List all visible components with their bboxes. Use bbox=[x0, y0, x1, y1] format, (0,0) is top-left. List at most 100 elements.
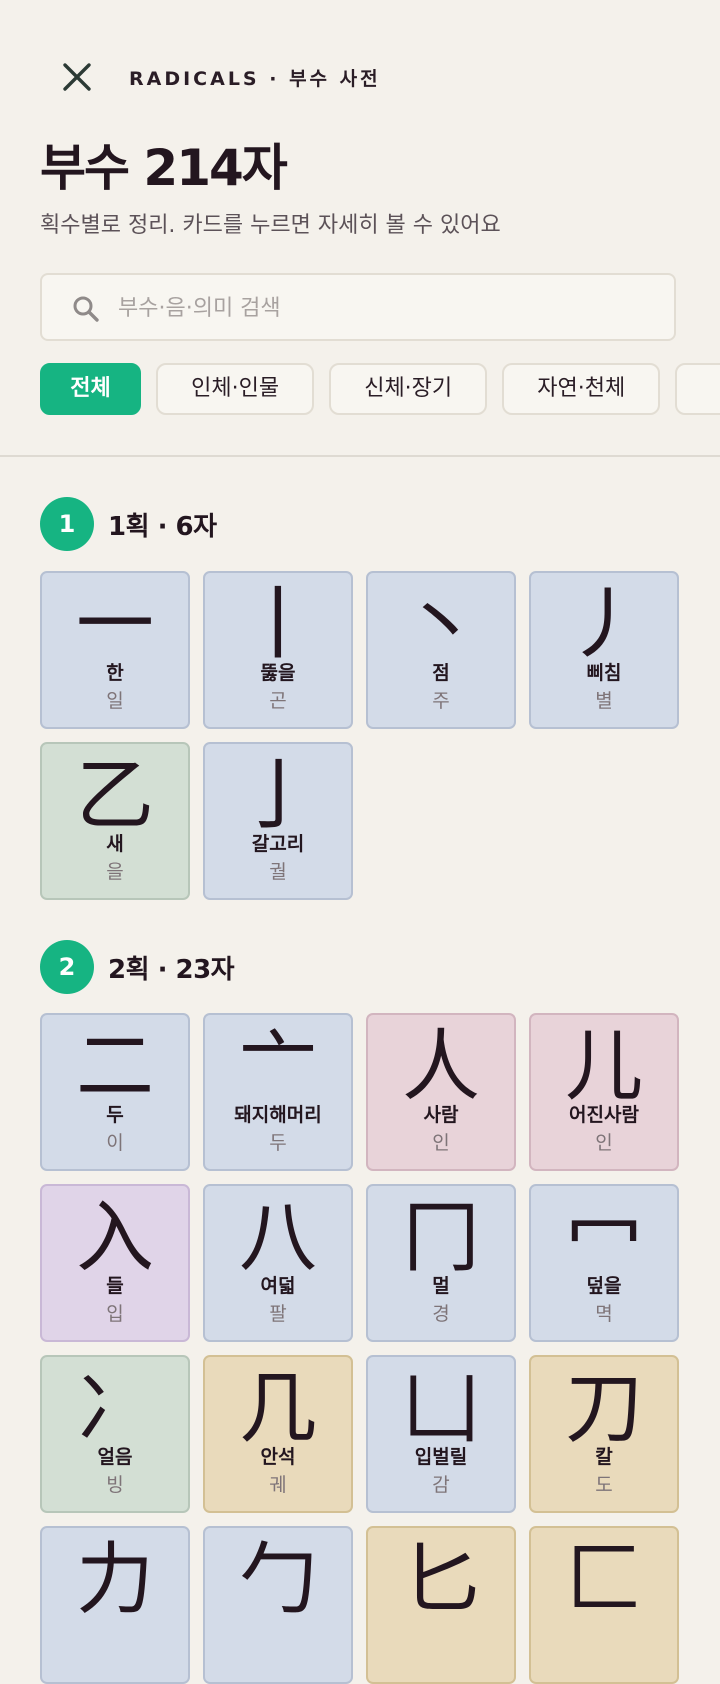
radical-glyph: 匚 bbox=[564, 1535, 643, 1625]
radical-meaning: 입벌릴 bbox=[414, 1446, 468, 1468]
radical-card[interactable]: 乙새을 bbox=[40, 742, 190, 900]
radical-reading: 두 bbox=[269, 1132, 287, 1154]
radical-glyph: 刀 bbox=[564, 1364, 643, 1454]
radical-card[interactable]: 入들입 bbox=[40, 1184, 190, 1342]
section-header-1-stroke: 1 1획 · 6자 bbox=[40, 497, 217, 551]
radical-reading: 감 bbox=[432, 1474, 450, 1496]
section-label: 2획 · 23자 bbox=[108, 954, 235, 985]
close-button[interactable] bbox=[52, 52, 102, 102]
radical-card[interactable]: 冂멀경 bbox=[366, 1184, 516, 1342]
radical-glyph: 几 bbox=[238, 1364, 317, 1454]
radical-glyph: 力 bbox=[75, 1535, 154, 1625]
radical-meaning: 들 bbox=[106, 1275, 124, 1297]
radical-card[interactable]: 几 안석궤 bbox=[203, 1355, 353, 1513]
radical-reading: 인 bbox=[432, 1132, 450, 1154]
radical-meaning: 덮을 bbox=[586, 1275, 622, 1297]
radical-meaning: 여덟 bbox=[260, 1275, 296, 1297]
radical-card[interactable]: 二두이 bbox=[40, 1013, 190, 1171]
radical-meaning: 삐침 bbox=[586, 662, 622, 684]
filter-chips: 전체 인체·인물 신체·장기 자연·천체 bbox=[40, 363, 720, 417]
radical-card[interactable]: 人 사람인 bbox=[366, 1013, 516, 1171]
stroke-count-badge: 1 bbox=[40, 497, 94, 551]
radical-meaning: 얼음 bbox=[97, 1446, 133, 1468]
radical-card[interactable]: 八 여덟팔 bbox=[203, 1184, 353, 1342]
radical-reading: 주 bbox=[432, 690, 450, 712]
radical-card[interactable]: 一한일 bbox=[40, 571, 190, 729]
radical-glyph: 凵 bbox=[401, 1364, 480, 1454]
radical-meaning: 칼 bbox=[595, 1446, 613, 1468]
radical-glyph: 冫 bbox=[75, 1364, 154, 1454]
radical-card[interactable]: 丿 삐침별 bbox=[529, 571, 679, 729]
radical-reading: 일 bbox=[106, 690, 124, 712]
app-brand: RADICALS · 부수 사전 bbox=[129, 68, 381, 90]
search-input[interactable] bbox=[116, 275, 660, 341]
radical-glyph: 二 bbox=[75, 1022, 154, 1112]
radical-glyph: 入 bbox=[75, 1193, 154, 1283]
radical-card[interactable]: 冖 덮을멱 bbox=[529, 1184, 679, 1342]
radical-glyph: 人 bbox=[401, 1022, 480, 1112]
radical-reading: 인 bbox=[595, 1132, 613, 1154]
radical-meaning: 안석 bbox=[260, 1446, 296, 1468]
radical-card[interactable]: 力 bbox=[40, 1526, 190, 1684]
radical-glyph: 冖 bbox=[564, 1193, 643, 1283]
radical-glyph: 亅 bbox=[238, 751, 317, 841]
radical-card[interactable]: 丶점주 bbox=[366, 571, 516, 729]
radical-glyph: 儿 bbox=[564, 1022, 643, 1112]
radical-reading: 멱 bbox=[595, 1303, 613, 1325]
radical-card[interactable]: 丨 뚫을곤 bbox=[203, 571, 353, 729]
radical-card[interactable]: 勹 bbox=[203, 1526, 353, 1684]
radical-glyph: 八 bbox=[238, 1193, 317, 1283]
radical-card[interactable]: 儿 어진사람인 bbox=[529, 1013, 679, 1171]
radical-glyph: 勹 bbox=[238, 1535, 317, 1625]
radical-card[interactable]: 匕 bbox=[366, 1526, 516, 1684]
radical-reading: 궐 bbox=[269, 861, 287, 883]
stroke-count-badge: 2 bbox=[40, 940, 94, 994]
filter-chip-more[interactable] bbox=[675, 363, 720, 415]
radical-reading: 빙 bbox=[106, 1474, 124, 1496]
close-icon bbox=[63, 63, 91, 91]
radical-meaning: 멀 bbox=[432, 1275, 450, 1297]
radical-card[interactable]: 凵 입벌릴감 bbox=[366, 1355, 516, 1513]
radical-reading: 팔 bbox=[269, 1303, 287, 1325]
radical-card[interactable]: 匚 bbox=[529, 1526, 679, 1684]
filter-chip-all[interactable]: 전체 bbox=[40, 363, 141, 415]
radical-reading: 이 bbox=[106, 1132, 124, 1154]
filter-chip-body[interactable]: 신체·장기 bbox=[329, 363, 488, 415]
radical-card[interactable]: 刀칼도 bbox=[529, 1355, 679, 1513]
radical-glyph: 丶 bbox=[401, 580, 480, 670]
radical-card[interactable]: 冫 얼음빙 bbox=[40, 1355, 190, 1513]
search-box[interactable] bbox=[40, 273, 676, 341]
header-divider bbox=[0, 455, 720, 457]
radical-glyph: 冂 bbox=[401, 1193, 480, 1283]
radical-glyph: 匕 bbox=[401, 1535, 480, 1625]
radical-reading: 곤 bbox=[269, 690, 287, 712]
radical-reading: 을 bbox=[106, 861, 124, 883]
radical-meaning: 한 bbox=[106, 662, 124, 684]
radical-meaning: 갈고리 bbox=[251, 833, 305, 855]
radical-reading: 궤 bbox=[269, 1474, 287, 1496]
filter-chip-nature[interactable]: 자연·천체 bbox=[502, 363, 661, 415]
radical-reading: 도 bbox=[595, 1474, 613, 1496]
radical-meaning: 두 bbox=[106, 1104, 124, 1126]
radical-glyph: 乙 bbox=[75, 751, 154, 841]
page-subtitle: 획수별로 정리. 카드를 누르면 자세히 볼 수 있어요 bbox=[40, 213, 501, 238]
section-header-2-stroke: 2 2획 · 23자 bbox=[40, 940, 235, 994]
page-title: 부수 214자 bbox=[40, 139, 288, 197]
radical-glyph: 一 bbox=[75, 580, 154, 670]
radical-meaning: 어진사람 bbox=[569, 1104, 639, 1126]
radical-glyph: 丨 bbox=[238, 580, 317, 670]
radical-glyph: 亠 bbox=[238, 1022, 317, 1112]
radical-reading: 별 bbox=[595, 690, 613, 712]
radical-meaning: 새 bbox=[106, 833, 124, 855]
search-icon bbox=[73, 296, 99, 322]
radical-meaning: 점 bbox=[432, 662, 450, 684]
radical-card[interactable]: 亠 돼지해머리두 bbox=[203, 1013, 353, 1171]
filter-chip-people[interactable]: 인체·인물 bbox=[156, 363, 315, 415]
radical-meaning: 뚫을 bbox=[260, 662, 296, 684]
radical-glyph: 丿 bbox=[564, 580, 643, 670]
radical-reading: 입 bbox=[106, 1303, 124, 1325]
radical-meaning: 돼지해머리 bbox=[234, 1104, 322, 1126]
radical-card[interactable]: 亅 갈고리궐 bbox=[203, 742, 353, 900]
radical-reading: 경 bbox=[432, 1303, 450, 1325]
radical-meaning: 사람 bbox=[423, 1104, 459, 1126]
